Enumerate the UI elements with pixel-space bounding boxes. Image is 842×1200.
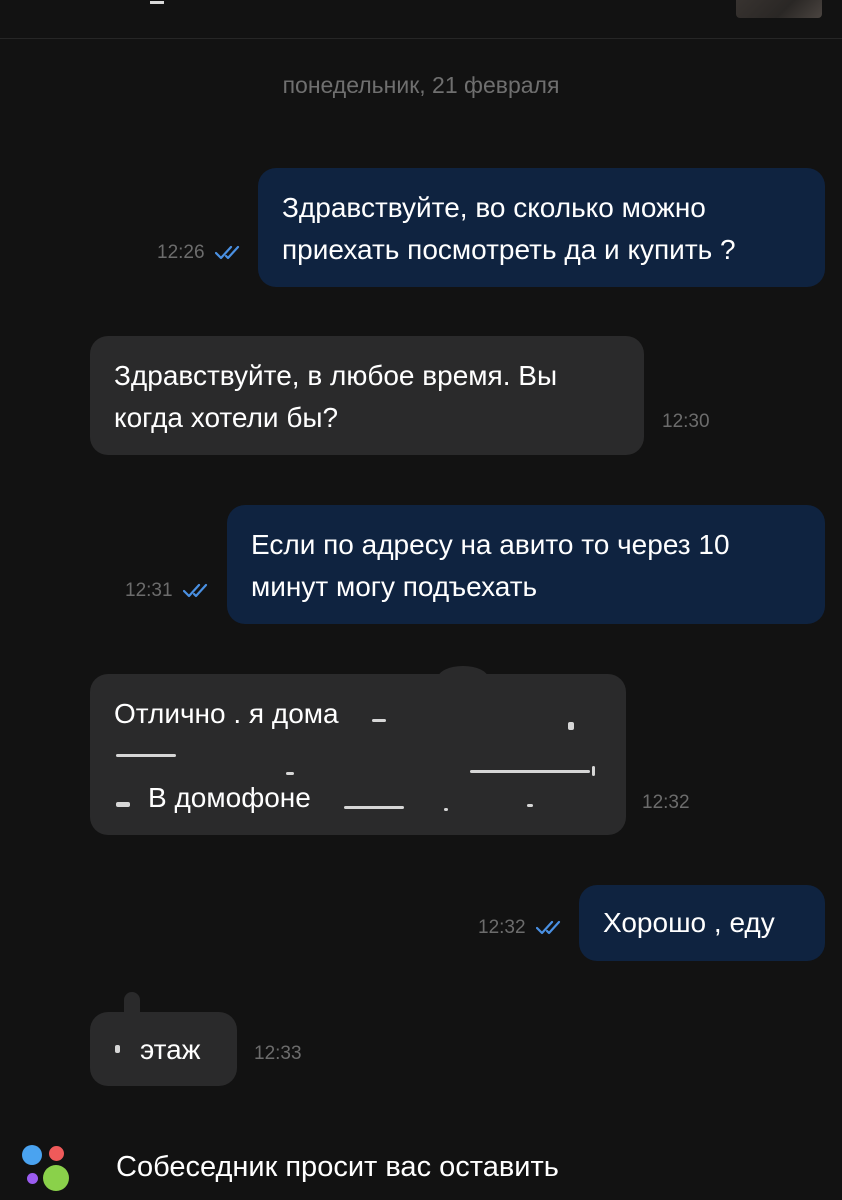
- double-check-read-icon: [214, 245, 239, 260]
- message-meta: 12:33: [254, 1043, 302, 1065]
- message-meta: 12:26: [157, 242, 245, 264]
- chat-header-title-fragment: [150, 0, 620, 4]
- message-time: 12:30: [662, 411, 710, 432]
- redaction-scribble: [115, 1045, 120, 1053]
- message-meta: 12:30: [662, 411, 710, 433]
- message-meta: 12:32: [642, 792, 690, 814]
- message-time: 12:33: [254, 1043, 302, 1064]
- redaction-scribble: [372, 719, 386, 722]
- message-meta: 12:31: [125, 580, 213, 602]
- message-text-line: Если по адресу на авито то через 10: [251, 529, 730, 560]
- message-text-line: В домофоне: [114, 777, 602, 819]
- message-time: 12:31: [125, 580, 173, 601]
- redaction-blob: [124, 992, 140, 1014]
- message-meta: 12:32: [478, 917, 566, 939]
- outgoing-message-bubble[interactable]: Хорошо , еду: [579, 885, 825, 961]
- message-text-line: Отлично . я дома: [114, 698, 339, 729]
- redaction-scribble: [444, 808, 448, 811]
- system-notice-text: Собеседник просит вас оставить: [116, 1151, 559, 1183]
- message-time: 12:32: [478, 917, 526, 938]
- message-time: 12:32: [642, 792, 690, 813]
- incoming-message-bubble[interactable]: Отлично . я дома В домофоне: [90, 674, 626, 835]
- message-text-line: приехать посмотреть да и купить ?: [282, 234, 736, 265]
- redaction-scribble: [568, 722, 574, 730]
- outgoing-message-bubble[interactable]: Здравствуйте, во сколько можно приехать …: [258, 168, 825, 287]
- double-check-read-icon: [535, 920, 560, 935]
- avito-logo-icon: [20, 1143, 70, 1193]
- user-avatar-icon[interactable]: [736, 0, 822, 18]
- redaction-scribble: [470, 770, 590, 773]
- redaction-scribble: [116, 802, 130, 807]
- message-text-line: Здравствуйте, во сколько можно: [282, 192, 706, 223]
- incoming-message-bubble[interactable]: этаж: [90, 1012, 237, 1086]
- message-text-line: когда хотели бы?: [114, 402, 339, 433]
- redaction-scribble: [527, 804, 533, 807]
- outgoing-message-bubble[interactable]: Если по адресу на авито то через 10 мину…: [227, 505, 825, 624]
- date-separator: понедельник, 21 февраля: [282, 72, 560, 98]
- redaction-scribble: [116, 754, 176, 757]
- message-text-line: Здравствуйте, в любое время. Вы: [114, 360, 558, 391]
- redaction-scribble: [344, 806, 404, 809]
- message-text-line: Хорошо , еду: [603, 907, 775, 938]
- message-text-line: этаж: [114, 1029, 213, 1071]
- double-check-read-icon: [182, 583, 207, 598]
- chat-header: [0, 0, 842, 39]
- redaction-scribble: [286, 772, 294, 775]
- message-text-fragment: В домофоне: [148, 782, 311, 813]
- message-time: 12:26: [157, 242, 205, 263]
- message-text-fragment: этаж: [140, 1034, 201, 1065]
- redaction-scribble: [592, 766, 595, 776]
- message-text-line: минут могу подъехать: [251, 571, 538, 602]
- incoming-message-bubble[interactable]: Здравствуйте, в любое время. Вы когда хо…: [90, 336, 644, 455]
